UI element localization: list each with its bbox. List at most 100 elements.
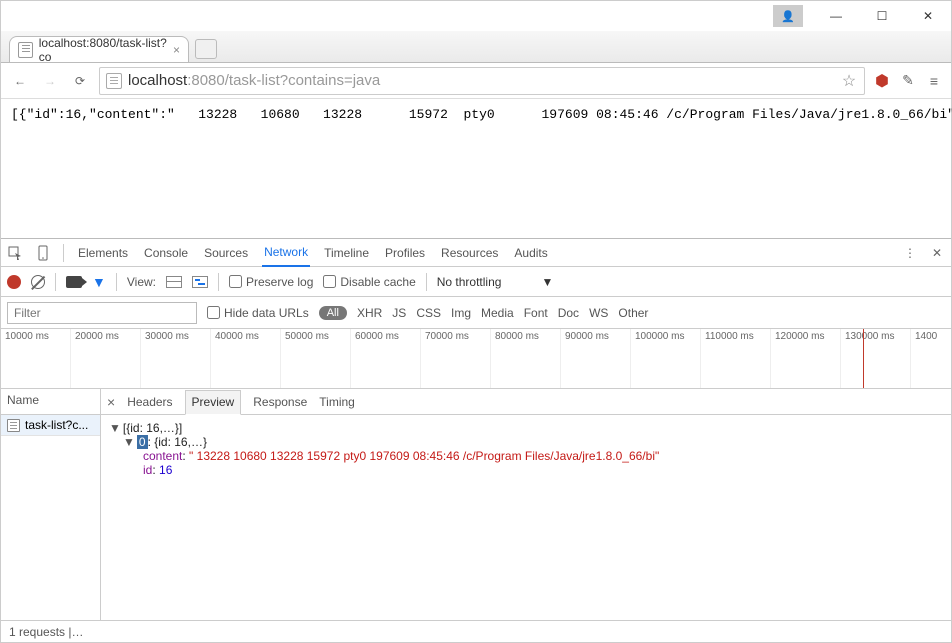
timeline-tick: 20000 ms — [71, 329, 141, 389]
request-list-header[interactable]: Name — [1, 389, 100, 415]
devtools-close-icon[interactable]: ✕ — [929, 245, 945, 261]
close-window-button[interactable]: ✕ — [905, 1, 951, 31]
disable-cache-checkbox[interactable]: Disable cache — [323, 275, 415, 289]
expand-icon[interactable]: ▼ — [123, 435, 135, 449]
network-filter-bar: Hide data URLs All XHR JS CSS Img Media … — [1, 297, 951, 329]
site-info-icon[interactable] — [106, 73, 122, 89]
browser-tabstrip: localhost:8080/task-list?co × — [1, 31, 951, 63]
back-button[interactable]: ← — [9, 70, 31, 92]
preview-index[interactable]: 0 — [137, 435, 148, 449]
filter-img[interactable]: Img — [451, 306, 471, 320]
detail-tab-preview[interactable]: Preview — [185, 390, 242, 415]
tab-sources[interactable]: Sources — [202, 239, 250, 266]
preview-content-key: content — [143, 449, 182, 463]
timeline-tick: 30000 ms — [141, 329, 211, 389]
view-large-rows-icon[interactable] — [166, 276, 182, 288]
preview-content-value: " 13228 10680 13228 15972 pty0 197609 08… — [189, 449, 659, 463]
record-button[interactable] — [7, 275, 21, 289]
request-detail: × Headers Preview Response Timing ▼[{id:… — [101, 389, 951, 620]
preview-body: ▼[{id: 16,…}] ▼0: {id: 16,…} content: " … — [101, 415, 951, 620]
ublock-icon[interactable]: ⬢ — [873, 72, 891, 90]
filter-ws[interactable]: WS — [589, 306, 608, 320]
timeline-tick: 40000 ms — [211, 329, 281, 389]
new-tab-button[interactable] — [195, 39, 217, 59]
timeline-marker — [863, 329, 864, 388]
detail-close-icon[interactable]: × — [107, 394, 115, 410]
document-icon — [7, 419, 20, 432]
timeline-tick: 10000 ms — [1, 329, 71, 389]
tab-console[interactable]: Console — [142, 239, 190, 266]
nav-toolbar: ← → ⟳ localhost:8080/task-list?contains=… — [1, 63, 951, 99]
browser-tab[interactable]: localhost:8080/task-list?co × — [9, 36, 189, 62]
tab-title: localhost:8080/task-list?co — [39, 36, 167, 64]
filter-other[interactable]: Other — [618, 306, 648, 320]
detail-tab-timing[interactable]: Timing — [319, 389, 355, 414]
tab-close-icon[interactable]: × — [173, 43, 180, 57]
chrome-menu-icon[interactable]: ≡ — [925, 72, 943, 90]
devtools-menu-icon[interactable]: ⋮ — [904, 246, 917, 260]
device-mode-icon[interactable] — [35, 245, 51, 261]
detail-tab-headers[interactable]: Headers — [127, 389, 172, 414]
view-label: View: — [127, 275, 156, 289]
filter-toggle-icon[interactable]: ▼ — [92, 274, 106, 290]
view-waterfall-icon[interactable] — [192, 276, 208, 288]
throttling-select[interactable]: No throttling — [437, 275, 502, 289]
preview-root: [{id: 16,…}] — [123, 421, 182, 435]
timeline-tick: 90000 ms — [561, 329, 631, 389]
network-body: Name task-list?c... × Headers Preview Re… — [1, 389, 951, 620]
timeline-tick: 50000 ms — [281, 329, 351, 389]
tab-elements[interactable]: Elements — [76, 239, 130, 266]
timeline-tick: 60000 ms — [351, 329, 421, 389]
expand-icon[interactable]: ▼ — [109, 421, 121, 435]
filter-input[interactable] — [7, 302, 197, 324]
preserve-log-checkbox[interactable]: Preserve log — [229, 275, 313, 289]
capture-screenshot-icon[interactable] — [66, 276, 82, 288]
user-icon[interactable]: 👤 — [773, 5, 803, 27]
network-toolbar: ▼ View: Preserve log Disable cache No th… — [1, 267, 951, 297]
url-text: localhost:8080/task-list?contains=java — [128, 72, 834, 89]
request-count: 1 requests |… — [9, 625, 83, 639]
maximize-button[interactable]: ☐ — [859, 1, 905, 31]
timeline-tick: 70000 ms — [421, 329, 491, 389]
filter-xhr[interactable]: XHR — [357, 306, 382, 320]
tab-audits[interactable]: Audits — [512, 239, 549, 266]
clear-button[interactable] — [31, 275, 45, 289]
network-status-bar: 1 requests |… — [1, 620, 951, 642]
address-bar[interactable]: localhost:8080/task-list?contains=java ☆ — [99, 67, 865, 95]
filter-media[interactable]: Media — [481, 306, 514, 320]
filter-font[interactable]: Font — [524, 306, 548, 320]
tab-timeline[interactable]: Timeline — [322, 239, 371, 266]
tab-network[interactable]: Network — [262, 240, 310, 267]
hide-data-urls-checkbox[interactable]: Hide data URLs — [207, 306, 309, 320]
request-row[interactable]: task-list?c... — [1, 415, 100, 436]
type-filter-pills: All XHR JS CSS Img Media Font Doc WS Oth… — [319, 306, 649, 320]
minimize-button[interactable]: — — [813, 1, 859, 31]
inspect-icon[interactable] — [7, 245, 23, 261]
waterfall-timeline[interactable]: 10000 ms 20000 ms 30000 ms 40000 ms 5000… — [1, 329, 951, 389]
throttling-caret-icon[interactable]: ▼ — [541, 275, 553, 289]
evernote-icon[interactable]: ✎ — [899, 72, 917, 90]
request-name: task-list?c... — [25, 418, 88, 432]
timeline-tick: 100000 ms — [631, 329, 701, 389]
timeline-tick: 80000 ms — [491, 329, 561, 389]
timeline-tick: 130000 ms — [841, 329, 911, 389]
page-icon — [18, 42, 33, 58]
titlebar: 👤 — ☐ ✕ — [1, 1, 951, 31]
timeline-tick: 110000 ms — [701, 329, 771, 389]
tab-profiles[interactable]: Profiles — [383, 239, 427, 266]
filter-css[interactable]: CSS — [416, 306, 441, 320]
filter-all[interactable]: All — [319, 306, 347, 320]
filter-doc[interactable]: Doc — [558, 306, 579, 320]
forward-button[interactable]: → — [39, 70, 61, 92]
tab-resources[interactable]: Resources — [439, 239, 500, 266]
viewport-gap — [1, 130, 951, 238]
preview-id-value: 16 — [159, 463, 172, 477]
bookmark-star-icon[interactable]: ☆ — [840, 72, 858, 90]
preview-id-key: id — [143, 463, 152, 477]
filter-js[interactable]: JS — [392, 306, 406, 320]
detail-tabs: × Headers Preview Response Timing — [101, 389, 951, 415]
reload-button[interactable]: ⟳ — [69, 70, 91, 92]
page-response-text: [{"id":16,"content":" 13228 10680 13228 … — [1, 99, 951, 130]
preview-index-rest: : {id: 16,…} — [148, 435, 207, 449]
detail-tab-response[interactable]: Response — [253, 389, 307, 414]
